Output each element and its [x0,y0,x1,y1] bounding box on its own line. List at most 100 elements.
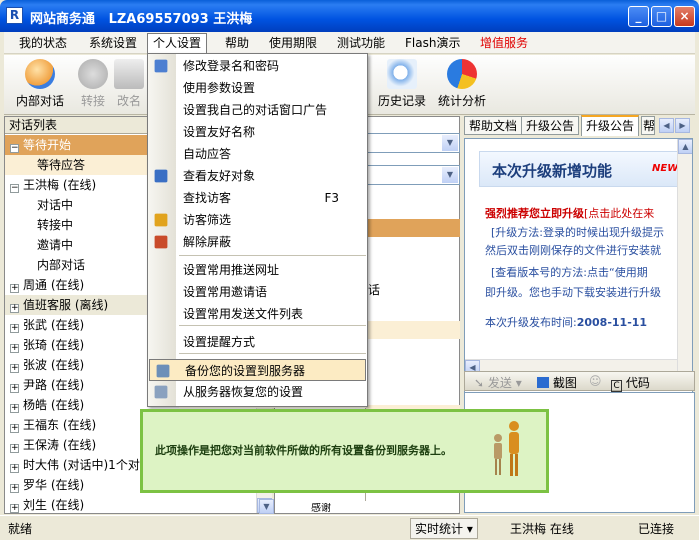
dropdown-item-label: 设置友好名称 [183,125,256,139]
menu-system-settings[interactable]: 系统设置 [84,35,142,52]
menu-help[interactable]: 帮助 [220,35,254,52]
notice-click-here[interactable]: [点击此处在来 [584,207,654,220]
dropdown-item[interactable]: 设置我自己的对话窗口广告 [148,99,367,121]
tree-item-label: 刘生 (在线) [23,498,85,512]
tab-scroll-left-icon[interactable]: ◀ [659,118,674,133]
filter-icon [154,213,168,227]
chart-icon [447,59,477,89]
dropdown-item[interactable]: 解除屏蔽 [148,231,367,253]
screenshot-button[interactable]: 截图 [537,374,577,391]
tree-item-label: 张琦 (在线) [23,338,85,352]
maximize-button[interactable]: □ [651,6,672,27]
menu-my-status[interactable]: 我的状态 [14,35,72,52]
dropdown-item[interactable]: 设置常用推送网址 [148,259,367,281]
expand-icon[interactable]: + [10,444,19,453]
chevron-down-icon: ▼ [442,135,458,151]
status-ready: 就绪 [8,522,33,536]
new-badge: NEW [652,163,679,174]
dropdown-item-label: 设置我自己的对话窗口广告 [183,103,328,117]
expand-icon[interactable]: + [10,284,19,293]
notice-line-1: 强烈推荐您立即升级[点击此处在来 [485,205,654,221]
dropdown-item[interactable]: 查看友好对象 [148,165,367,187]
dropdown-item[interactable]: 使用参数设置 [148,77,367,99]
code-label: 代码 [625,376,650,390]
dropdown-item[interactable]: 访客筛选 [148,209,367,231]
screenshot-icon [537,377,549,388]
history-button[interactable]: 历史记录 [378,59,426,109]
tree-item-label: 邀请中 [37,238,74,252]
dropdown-item[interactable]: 备份您的设置到服务器 [149,359,366,381]
expand-icon[interactable]: + [10,424,19,433]
dropdown-item[interactable]: 设置常用邀请语 [148,281,367,303]
close-button[interactable]: × [674,6,695,27]
tab-help-truncated[interactable]: 帮 [641,116,655,135]
visitor-list-row [366,321,460,339]
tab-help-docs[interactable]: 帮助文档 [464,116,523,135]
realtime-stats-button[interactable]: 实时统计 ▾ [410,518,478,539]
tree-item-label: 转接中 [37,218,74,232]
minimize-button[interactable]: _ [628,6,649,27]
menu-value-added[interactable]: 增值服务 [475,35,533,52]
id-card-icon [154,59,168,73]
emoji-button[interactable]: ☺ [589,374,602,388]
dropdown-item[interactable]: 自动应答 [148,143,367,165]
smiley-icon: ☺ [589,374,602,388]
notice-date-value: 2008-11-11 [576,316,648,329]
tab-upgrade-notice-active[interactable]: 升级公告 [581,115,640,136]
dropdown-item[interactable]: 修改登录名和密码 [148,55,367,77]
visitor-list-selected-row[interactable] [366,219,460,237]
figures-icon [494,421,519,476]
expand-icon[interactable]: + [10,384,19,393]
tree-item[interactable]: + 刘生 (在线) [5,495,255,515]
expand-icon[interactable]: + [10,484,19,493]
notice-line-5: 即升级。您也手动下载安装进行升级 [485,286,661,299]
expand-icon[interactable]: + [10,404,19,413]
rename-button[interactable]: 改名 [114,59,144,109]
statistics-button[interactable]: 统计分析 [438,59,486,109]
code-button[interactable]: C 代码 [611,374,650,392]
notice-date-label: 本次升级发布时间: [485,316,577,329]
menu-separator [179,353,366,354]
dropdown-item[interactable]: 设置常用发送文件列表 [148,303,367,325]
dropdown-item[interactable]: 从服务器恢复您的设置 [148,381,367,403]
menu-test-features[interactable]: 测试功能 [332,35,390,52]
notice-date-row: 本次升级发布时间:2008-11-11 [485,314,647,330]
menu-separator [179,255,366,256]
send-button[interactable]: ➘ 发送 ▾ [474,374,522,391]
expand-icon[interactable]: + [10,344,19,353]
dropdown-item-label: 从服务器恢复您的设置 [183,385,304,399]
internal-chat-button[interactable]: 内部对话 [16,59,64,109]
collapse-icon[interactable]: − [10,184,19,193]
notice-line-3: 然后双击刚刚保存的文件进行安装就 [485,244,661,257]
screenshot-label: 截图 [552,376,577,390]
middle-top-combo[interactable]: ▼ [365,133,460,153]
notice-scrollbar[interactable]: ▲ [677,139,692,375]
expand-icon[interactable]: + [10,364,19,373]
transfer-icon [78,59,108,89]
tree-item-label: 张波 (在线) [23,358,85,372]
rename-icon [114,59,144,89]
send-label: 发送 [487,376,512,390]
expand-icon[interactable]: + [10,324,19,333]
expand-icon[interactable]: + [10,464,19,473]
tree-item-label: 等待应答 [37,158,86,172]
dropdown-item[interactable]: 设置提醒方式 [148,331,367,353]
menu-personal-settings[interactable]: 个人设置 [147,33,208,54]
dropdown-item[interactable]: 设置友好名称 [148,121,367,143]
tab-scroll-right-icon[interactable]: ▶ [675,118,690,133]
transfer-button[interactable]: 转接 [78,59,108,109]
tab-upgrade-notice[interactable]: 升级公告 [521,116,580,135]
expand-icon[interactable]: + [10,504,19,513]
menu-usage-period[interactable]: 使用期限 [264,35,322,52]
middle-second-combo[interactable]: ▼ [365,165,460,185]
expand-icon[interactable]: + [10,304,19,313]
scroll-down-icon[interactable]: ▼ [259,499,274,514]
shortcut-key: F3 [324,191,339,205]
notice-line-2: [升级方法:登录的时候出现升级提示 [491,226,664,239]
tree-item-label: 张武 (在线) [23,318,85,332]
middle-bottom-row: 感谢 [295,503,460,514]
dropdown-item[interactable]: 查找访客 F3 [148,187,367,209]
collapse-icon[interactable]: − [10,144,19,153]
menu-flash-demo[interactable]: Flash演示 [400,35,465,52]
scroll-up-icon[interactable]: ▲ [678,139,692,154]
